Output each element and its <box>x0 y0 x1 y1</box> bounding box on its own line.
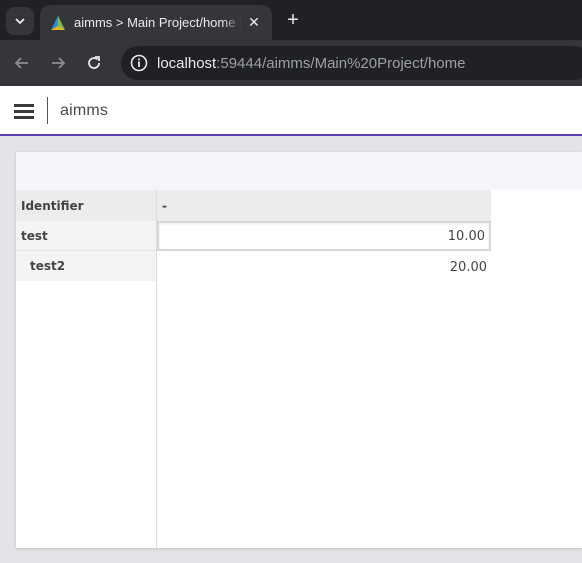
address-bar[interactable]: localhost:59444/aimms/Main%20Project/hom… <box>121 46 582 80</box>
url-host: localhost <box>157 54 217 72</box>
app-name: aimms <box>60 102 109 119</box>
forward-button[interactable] <box>47 52 69 74</box>
arrow-right-icon <box>52 57 66 69</box>
menu-icon[interactable] <box>14 104 34 120</box>
widget-header <box>16 152 582 190</box>
chevron-down-icon <box>15 18 25 25</box>
site-info-icon[interactable] <box>129 53 149 73</box>
value-cell-test2[interactable]: 20.00 <box>157 252 491 282</box>
url-text: localhost:59444/aimms/Main%20Project/hom… <box>157 55 466 72</box>
row-label-test[interactable]: test <box>16 221 156 251</box>
value-cell-test[interactable]: 10.00 <box>157 221 491 251</box>
app-header: aimms <box>0 86 582 136</box>
identifier-header: Identifier <box>16 190 156 221</box>
reload-button[interactable] <box>83 52 105 74</box>
tab-title: aimms > Main Project/home | A <box>74 15 242 30</box>
arrow-left-icon <box>14 57 28 69</box>
reload-icon <box>88 56 100 69</box>
header-divider <box>47 97 48 124</box>
back-button[interactable] <box>11 52 33 74</box>
url-path: :59444/aimms/Main%20Project/home <box>216 54 466 72</box>
browser-tab-strip: aimms > Main Project/home | A ✕ + <box>0 0 582 40</box>
aimms-logo-icon <box>51 15 65 30</box>
browser-tab-active[interactable]: aimms > Main Project/home | A ✕ <box>40 5 272 40</box>
close-tab-icon[interactable]: ✕ <box>246 14 262 30</box>
column-header[interactable]: - <box>157 190 491 221</box>
table-widget: Identifier test test2 - 10.00 20.00 <box>16 152 582 548</box>
new-tab-button[interactable]: + <box>283 10 303 30</box>
tab-search-button[interactable] <box>6 7 34 35</box>
browser-toolbar: localhost:59444/aimms/Main%20Project/hom… <box>0 40 582 86</box>
row-header-column: Identifier test test2 <box>16 190 157 548</box>
row-label-test2[interactable]: test2 <box>16 251 156 281</box>
